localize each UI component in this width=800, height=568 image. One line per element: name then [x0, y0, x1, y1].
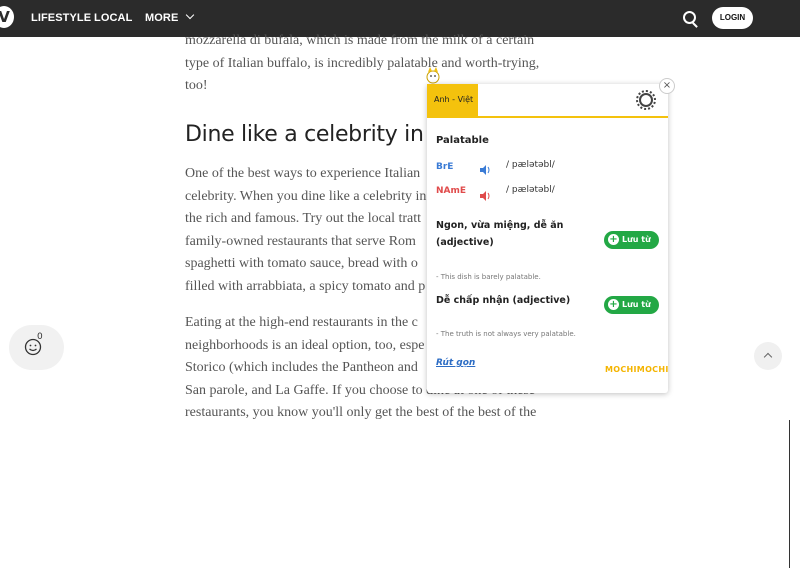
text-line: the rich and famous. Try out the local t… — [185, 211, 422, 226]
login-button[interactable]: LOGIN — [712, 7, 753, 29]
section-heading: Dine like a celebrity in I — [185, 122, 437, 147]
text-line: One of the best ways to experience Itali… — [185, 166, 421, 181]
meaning-text: Dễ chấp nhận (adjective) — [436, 292, 570, 309]
language-tab[interactable]: Anh - Việt — [427, 84, 478, 116]
popup-header: Anh - Việt — [427, 84, 668, 118]
nav-more-label: MORE — [145, 12, 179, 24]
text-line: mozzarella di bufala, which is made from… — [185, 33, 535, 48]
chevron-down-icon — [186, 10, 195, 20]
speaker-icon[interactable] — [479, 164, 491, 176]
bre-label: BrE — [436, 162, 454, 172]
example-sentence: - This dish is barely palatable. — [436, 273, 541, 281]
headword: Palatable — [436, 135, 489, 146]
save-word-button[interactable]: Lưu từ — [604, 231, 659, 249]
mascot-icon[interactable] — [426, 66, 440, 84]
text-line: type of Italian buffalo, is incredibly p… — [185, 55, 540, 71]
meaning-text: Ngon, vừa miệng, dễ ăn (adjective) — [436, 217, 563, 251]
scroll-to-top-button[interactable] — [754, 342, 782, 370]
text-line: celebrity. When you dine like a celebrit… — [185, 188, 427, 204]
smiley-add-icon — [24, 338, 42, 356]
text-line: restaurants, you know you'll only get th… — [185, 405, 537, 420]
meaning-line: Dễ chấp nhận (adjective) — [436, 295, 571, 306]
text-line: family-owned restaurants that serve Rom — [185, 233, 416, 249]
nav-local[interactable]: LOCAL — [94, 12, 132, 24]
text-line: filled with arrabbiata, a spicy tomato a… — [185, 278, 426, 294]
save-word-button[interactable]: Lưu từ — [604, 296, 659, 314]
meaning-line: (adjective) — [436, 237, 494, 248]
name-label: NAmE — [436, 186, 467, 196]
meaning-line: Ngon, vừa miệng, dễ ăn — [436, 220, 564, 231]
gear-icon[interactable] — [636, 90, 656, 110]
search-icon[interactable] — [683, 11, 696, 24]
dictionary-popup: Anh - Việt Palatable BrE / pælətəbl/ NAm… — [427, 84, 668, 393]
text-line: spaghetti with tomato sauce, bread with … — [185, 256, 418, 271]
brand-logo: MOCHIMOCHI — [605, 365, 669, 374]
close-icon[interactable]: × — [659, 78, 675, 94]
nav-more[interactable]: MORE — [145, 10, 195, 24]
collapse-link[interactable]: Rút gọn — [436, 358, 475, 368]
example-sentence: - The truth is not always very palatable… — [436, 330, 576, 338]
speaker-icon[interactable] — [479, 190, 491, 202]
divider — [789, 420, 790, 568]
bre-ipa: / pælətəbl/ — [506, 160, 555, 170]
chevron-up-icon — [763, 352, 773, 362]
nav-lifestyle[interactable]: LIFESTYLE — [31, 12, 91, 24]
name-ipa: / pælətəbl/ — [506, 185, 555, 195]
site-logo[interactable]: V — [0, 6, 14, 28]
article-paragraph: One of the best ways to experience Itali… — [185, 163, 426, 298]
